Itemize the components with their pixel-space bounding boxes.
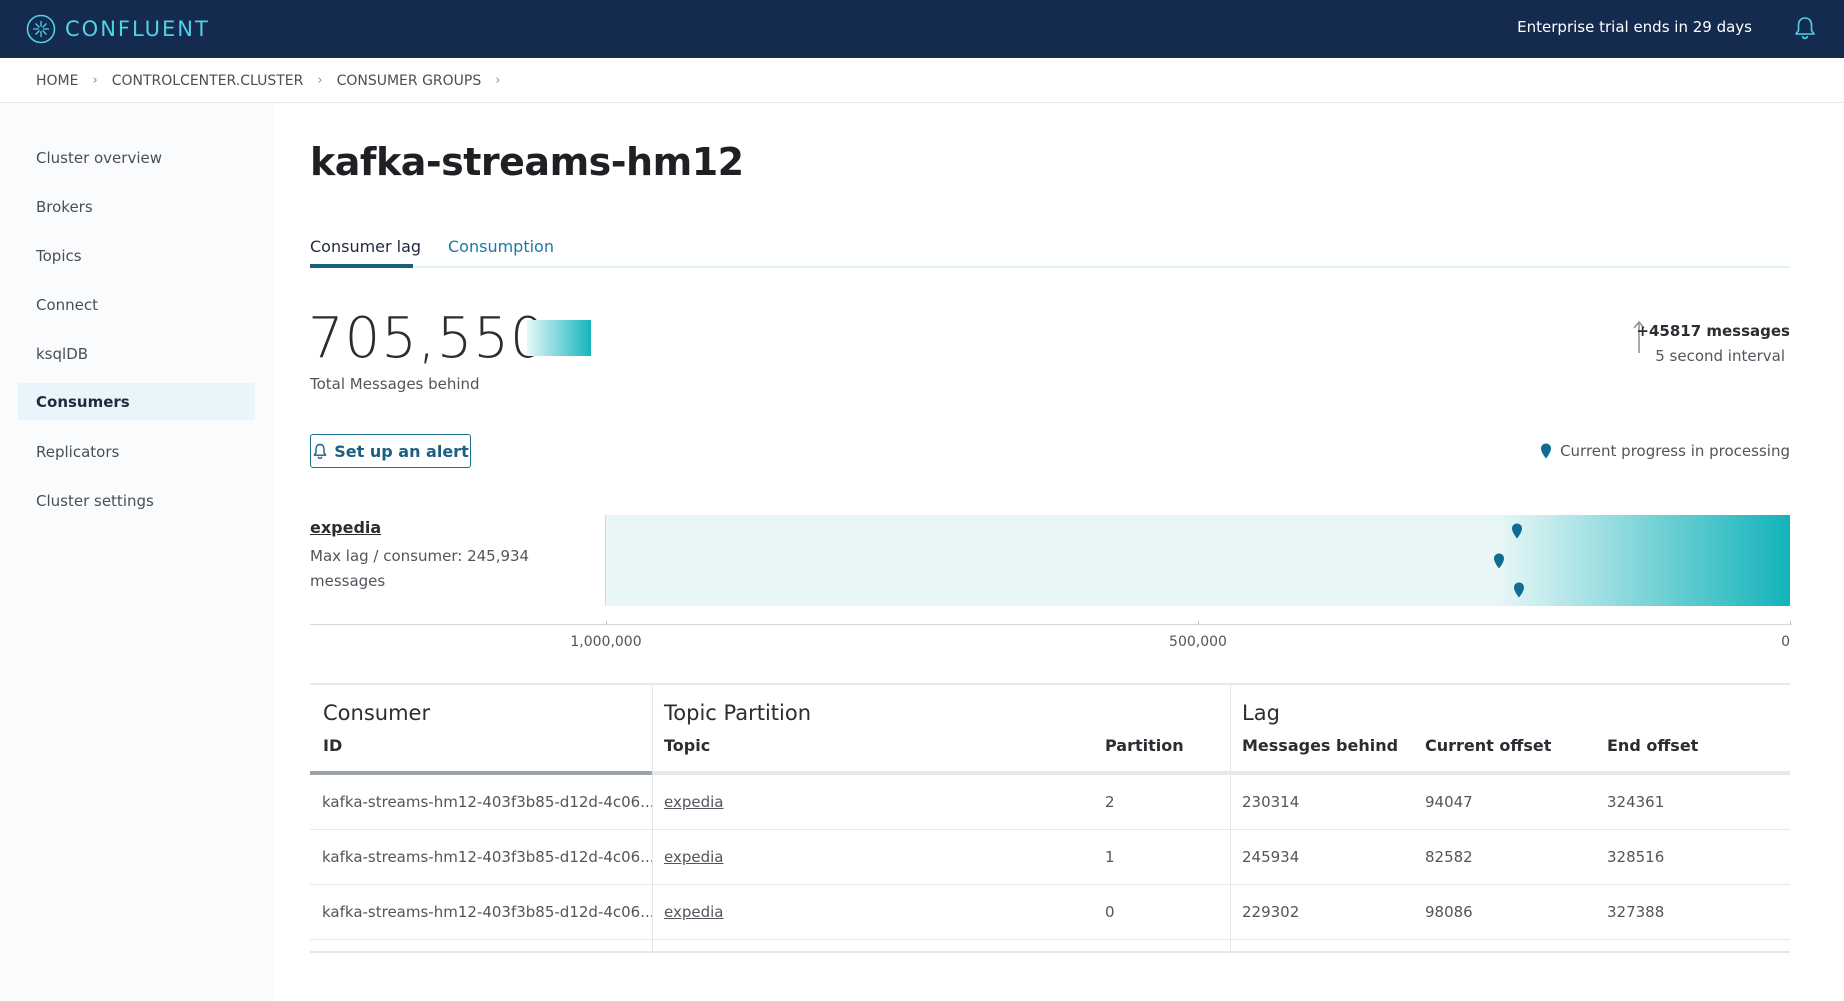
lag-bar-fill — [1498, 515, 1790, 606]
legend-label: Current progress in processing — [1560, 442, 1790, 460]
column-header-topic[interactable]: Topic — [664, 736, 710, 755]
table-row: kafka-streams-hm12-403f3b85-d12d-4c06...… — [310, 830, 1790, 885]
consumer-id-cell: kafka-streams-hm12-403f3b85-d12d-4c06... — [322, 848, 655, 866]
lag-bar-edge — [605, 515, 606, 606]
partition-progress-pin — [1512, 523, 1523, 539]
axis-tick — [606, 621, 607, 625]
column-header-current-offset[interactable]: Current offset — [1425, 736, 1551, 755]
total-messages-label: Total Messages behind — [310, 375, 480, 393]
table-row: kafka-streams-hm12-403f3b85-d12d-4c06...… — [310, 775, 1790, 830]
sidebar-item-consumers[interactable]: Consumers — [18, 383, 255, 420]
confluent-logo-icon — [26, 14, 56, 44]
brand[interactable]: CONFLUENT — [26, 12, 210, 46]
map-pin-icon — [1541, 443, 1552, 459]
messages-behind-cell: 230314 — [1242, 793, 1300, 811]
column-header-messages-behind[interactable]: Messages behind — [1242, 736, 1398, 755]
set-up-alert-button[interactable]: Set up an alert — [310, 434, 471, 468]
partition-cell: 1 — [1105, 848, 1115, 866]
sidebar-item-ksqldb[interactable]: ksqlDB — [18, 335, 255, 372]
end-offset-cell: 324361 — [1607, 793, 1665, 811]
chevron-right-icon: › — [92, 73, 98, 88]
active-tab-indicator — [310, 264, 413, 268]
breadcrumb-divider — [0, 102, 1844, 103]
chart-legend: Current progress in processing — [1540, 442, 1790, 460]
topic-link[interactable]: expedia — [664, 903, 723, 921]
messages-behind-cell: 229302 — [1242, 903, 1300, 921]
messages-behind-cell: 245934 — [1242, 848, 1300, 866]
partition-cell: 2 — [1105, 793, 1115, 811]
chevron-right-icon: › — [317, 73, 323, 88]
max-lag-per-consumer: Max lag / consumer: 245,934 messages — [310, 547, 530, 590]
sidebar-item-replicators[interactable]: Replicators — [18, 433, 255, 470]
tab-bar: Consumer lag Consumption — [310, 224, 1790, 269]
column-group-divider — [652, 685, 653, 953]
axis-tick-label: 0 — [1781, 634, 1790, 650]
bell-icon[interactable] — [1792, 15, 1818, 41]
lag-delta: +45817 messages — [1636, 322, 1790, 340]
axis-tick — [1790, 621, 1791, 625]
end-offset-cell: 328516 — [1607, 848, 1665, 866]
end-offset-cell: 327388 — [1607, 903, 1665, 921]
sidebar-item-cluster-settings[interactable]: Cluster settings — [18, 482, 255, 519]
sidebar-item-topics[interactable]: Topics — [18, 237, 255, 274]
current-offset-cell: 98086 — [1425, 903, 1473, 921]
column-header-end-offset[interactable]: End offset — [1607, 736, 1698, 755]
axis-tick-label: 500,000 — [1169, 634, 1227, 650]
set-up-alert-label: Set up an alert — [334, 441, 469, 461]
tab-consumption[interactable]: Consumption — [448, 237, 554, 256]
breadcrumb: HOME › CONTROLCENTER.CLUSTER › CONSUMER … — [36, 58, 514, 103]
column-header-id[interactable]: ID — [323, 736, 342, 755]
partition-cell: 0 — [1105, 903, 1115, 921]
group-header-topic-partition: Topic Partition — [664, 701, 812, 725]
consumer-id-cell: kafka-streams-hm12-403f3b85-d12d-4c06... — [322, 793, 655, 811]
consumer-topic-link[interactable]: expedia — [310, 518, 381, 537]
table-bottom-rule — [310, 951, 1790, 953]
consumer-id-cell: kafka-streams-hm12-403f3b85-d12d-4c06... — [322, 903, 655, 921]
group-header-lag: Lag — [1242, 701, 1280, 725]
partition-progress-pin — [1493, 553, 1504, 568]
sidebar-item-connect[interactable]: Connect — [18, 286, 255, 323]
breadcrumb-cluster[interactable]: CONTROLCENTER.CLUSTER — [112, 73, 304, 89]
column-header-partition[interactable]: Partition — [1105, 736, 1184, 755]
breadcrumb-consumer-groups[interactable]: CONSUMER GROUPS — [337, 73, 482, 89]
table-row: kafka-streams-hm12-403f3b85-d12d-4c06...… — [310, 885, 1790, 940]
consumer-lag-bar — [605, 515, 1790, 606]
sidebar-item-brokers[interactable]: Brokers — [18, 188, 255, 225]
trial-notice: Enterprise trial ends in 29 days — [1517, 18, 1752, 36]
partition-progress-pin — [1513, 582, 1524, 598]
sidebar: Cluster overview Brokers Topics Connect … — [0, 103, 274, 1001]
bell-icon — [313, 443, 327, 459]
axis-tick-label: 1,000,000 — [570, 634, 642, 650]
lag-axis — [310, 624, 1790, 625]
breadcrumb-home[interactable]: HOME — [36, 73, 78, 89]
top-navigation-bar: CONFLUENT Enterprise trial ends in 29 da… — [0, 0, 1844, 58]
group-header-consumer: Consumer — [323, 701, 431, 725]
current-offset-cell: 94047 — [1425, 793, 1473, 811]
total-lag-swatch — [527, 320, 591, 356]
topic-link[interactable]: expedia — [664, 793, 723, 811]
total-messages-behind: 705,550 — [308, 306, 547, 371]
lag-interval: 5 second interval — [1655, 347, 1785, 365]
topic-link[interactable]: expedia — [664, 848, 723, 866]
table-top-rule — [310, 683, 1790, 685]
chevron-right-icon: › — [495, 73, 501, 88]
axis-tick — [1198, 621, 1199, 625]
current-offset-cell: 82582 — [1425, 848, 1473, 866]
page-title: kafka-streams-hm12 — [310, 140, 744, 184]
column-group-divider — [1230, 685, 1231, 953]
brand-name: CONFLUENT — [65, 17, 210, 41]
tab-bar-rule — [310, 266, 1790, 268]
sidebar-item-cluster-overview[interactable]: Cluster overview — [18, 139, 255, 176]
tab-consumer-lag[interactable]: Consumer lag — [310, 237, 421, 256]
